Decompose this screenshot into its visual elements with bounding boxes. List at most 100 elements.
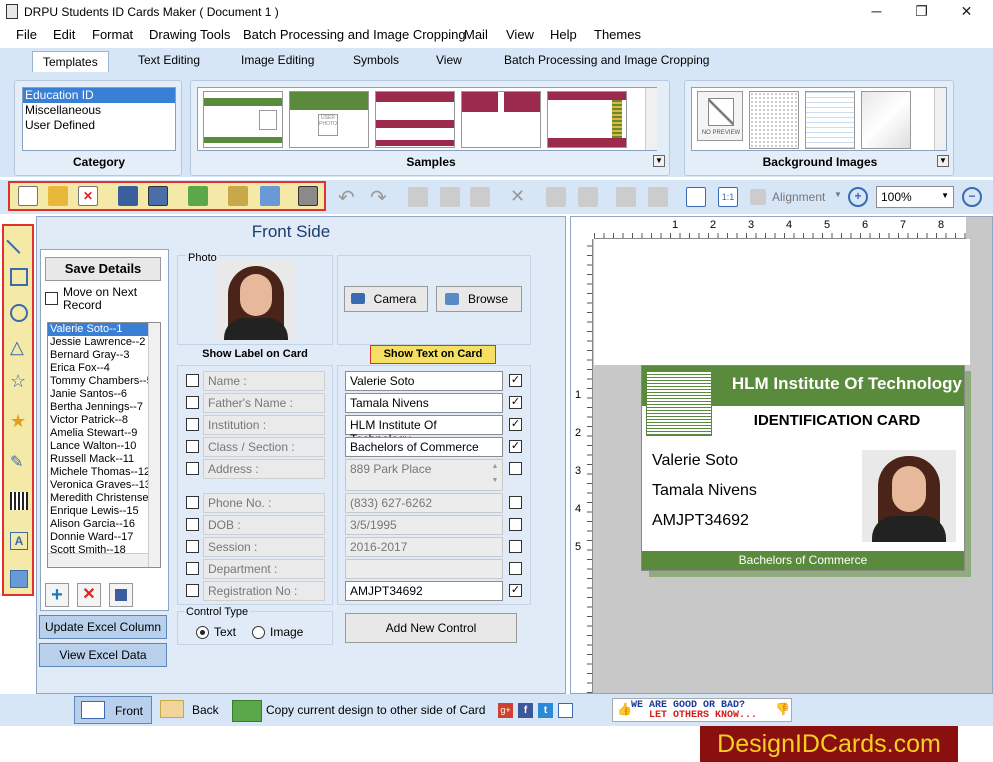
field-label[interactable]: DOB : <box>203 515 325 535</box>
record-item[interactable]: Bertha Jennings--7 <box>48 401 148 414</box>
rectangle-tool-icon[interactable] <box>10 268 28 286</box>
sample-thumb[interactable] <box>461 91 541 148</box>
line-tool-icon[interactable] <box>6 228 32 254</box>
background-thumb[interactable] <box>805 91 855 149</box>
samples-expand-icon[interactable]: ▼ <box>653 155 665 167</box>
zoom-in-icon[interactable]: + <box>848 187 868 207</box>
paste-icon[interactable] <box>470 187 490 207</box>
menu-format[interactable]: Format <box>92 27 133 42</box>
record-item[interactable]: Erica Fox--4 <box>48 362 148 375</box>
field-label[interactable]: Registration No : <box>203 581 325 601</box>
image-radio[interactable] <box>252 626 265 639</box>
address-spinner[interactable]: ▲ ▼ <box>489 460 501 490</box>
field-label[interactable]: Class / Section : <box>203 437 325 457</box>
menu-mail[interactable]: Mail <box>464 27 488 42</box>
show-on-card-checkbox[interactable] <box>509 562 522 575</box>
maximize-button[interactable]: ❐ <box>899 0 944 24</box>
twitter-icon[interactable]: t <box>538 703 553 718</box>
background-thumb[interactable] <box>861 91 911 149</box>
category-item[interactable]: User Defined <box>23 118 175 133</box>
record-item[interactable]: Victor Patrick--8 <box>48 414 148 427</box>
properties-icon[interactable] <box>228 186 248 206</box>
show-on-card-checkbox[interactable] <box>509 540 522 553</box>
text-radio[interactable] <box>196 626 209 639</box>
save-as-icon[interactable] <box>148 186 168 206</box>
id-card[interactable]: HLM Institute Of Technology IDENTIFICATI… <box>641 365 965 571</box>
delete-icon[interactable]: ✕ <box>510 186 525 207</box>
records-hscroll[interactable] <box>48 553 148 567</box>
background-thumb[interactable] <box>749 91 799 149</box>
tab-image-editing[interactable]: Image Editing <box>241 53 314 67</box>
save-icon[interactable] <box>118 186 138 206</box>
field-label[interactable]: Institution : <box>203 415 325 435</box>
field-value[interactable]: Valerie Soto <box>345 371 503 391</box>
feedback-banner[interactable]: 👍 WE ARE GOOD OR BAD? LET OTHERS KNOW...… <box>612 698 792 722</box>
field-include-checkbox[interactable] <box>186 462 199 475</box>
move-next-checkbox[interactable] <box>45 292 58 305</box>
browse-button[interactable]: Browse <box>436 286 522 312</box>
field-include-checkbox[interactable] <box>186 562 199 575</box>
star-tool-icon[interactable]: ☆ <box>10 372 28 390</box>
record-item[interactable]: Russell Mack--11 <box>48 453 148 466</box>
field-label[interactable]: Name : <box>203 371 325 391</box>
unlock-icon[interactable] <box>648 187 668 207</box>
field-include-checkbox[interactable] <box>186 518 199 531</box>
tab-view[interactable]: View <box>436 53 462 67</box>
menu-themes[interactable]: Themes <box>594 27 641 42</box>
show-on-card-checkbox[interactable]: ✓ <box>509 396 522 409</box>
share-icon[interactable] <box>558 703 573 718</box>
card-name[interactable]: Valerie Soto <box>652 452 738 470</box>
front-tab[interactable]: Front <box>74 696 152 724</box>
record-item[interactable]: Amelia Stewart--9 <box>48 427 148 440</box>
update-excel-button[interactable]: Update Excel Column <box>39 615 167 639</box>
sample-thumb[interactable] <box>203 91 283 148</box>
card-photo[interactable] <box>862 450 956 542</box>
field-include-checkbox[interactable] <box>186 440 199 453</box>
record-item[interactable]: Bernard Gray--3 <box>48 349 148 362</box>
lock-icon[interactable] <box>616 187 636 207</box>
copy-design-button[interactable]: Copy current design to other side of Car… <box>230 696 490 724</box>
record-item[interactable]: Scott Smith--18 <box>48 544 148 553</box>
add-record-icon[interactable]: + <box>45 583 69 607</box>
field-label[interactable]: Session : <box>203 537 325 557</box>
card-institute[interactable]: HLM Institute Of Technology <box>710 374 964 394</box>
menu-batch[interactable]: Batch Processing and Image Cropping <box>243 27 466 42</box>
menu-file[interactable]: File <box>16 27 37 42</box>
googleplus-icon[interactable]: g+ <box>498 703 513 718</box>
menu-drawing-tools[interactable]: Drawing Tools <box>149 27 230 42</box>
samples-scrollbar[interactable] <box>645 88 657 150</box>
field-include-checkbox[interactable] <box>186 496 199 509</box>
card-reg[interactable]: AMJPT34692 <box>652 512 749 530</box>
show-on-card-checkbox[interactable] <box>509 518 522 531</box>
record-item[interactable]: Tommy Chambers--5 <box>48 375 148 388</box>
field-value[interactable]: 889 Park Place <box>345 459 503 491</box>
field-include-checkbox[interactable] <box>186 540 199 553</box>
show-on-card-checkbox[interactable]: ✓ <box>509 418 522 431</box>
field-value[interactable]: HLM Institute Of Technology <box>345 415 503 446</box>
tab-symbols[interactable]: Symbols <box>353 53 399 67</box>
record-item[interactable]: Lance Walton--10 <box>48 440 148 453</box>
records-vscroll[interactable] <box>148 323 160 567</box>
symbol-tool-icon[interactable]: ★ <box>10 412 28 430</box>
field-value[interactable]: 3/5/1995 <box>345 515 503 535</box>
zoom-out-icon[interactable]: − <box>962 187 982 207</box>
field-value[interactable] <box>345 559 503 579</box>
background-thumb[interactable]: NO PREVIEW <box>697 91 743 141</box>
record-item[interactable]: Valerie Soto--1 <box>48 323 148 336</box>
field-label[interactable]: Address : <box>203 459 325 479</box>
send-back-icon[interactable] <box>578 187 598 207</box>
tab-templates[interactable]: Templates <box>32 51 109 73</box>
field-label[interactable]: Phone No. : <box>203 493 325 513</box>
ellipse-tool-icon[interactable] <box>10 304 28 322</box>
record-item[interactable]: Enrique Lewis--15 <box>48 505 148 518</box>
record-item[interactable]: Janie Santos--6 <box>48 388 148 401</box>
save-details-button[interactable]: Save Details <box>45 257 161 281</box>
minimize-button[interactable]: ─ <box>854 0 899 24</box>
text-tool-icon[interactable]: A <box>10 532 28 550</box>
record-item[interactable]: Alison Garcia--16 <box>48 518 148 531</box>
show-on-card-checkbox[interactable] <box>509 496 522 509</box>
field-value[interactable]: AMJPT34692 <box>345 581 503 601</box>
actual-size-icon[interactable]: 1:1 <box>718 187 738 207</box>
save-record-icon[interactable] <box>109 583 133 607</box>
tab-text-editing[interactable]: Text Editing <box>138 53 200 67</box>
